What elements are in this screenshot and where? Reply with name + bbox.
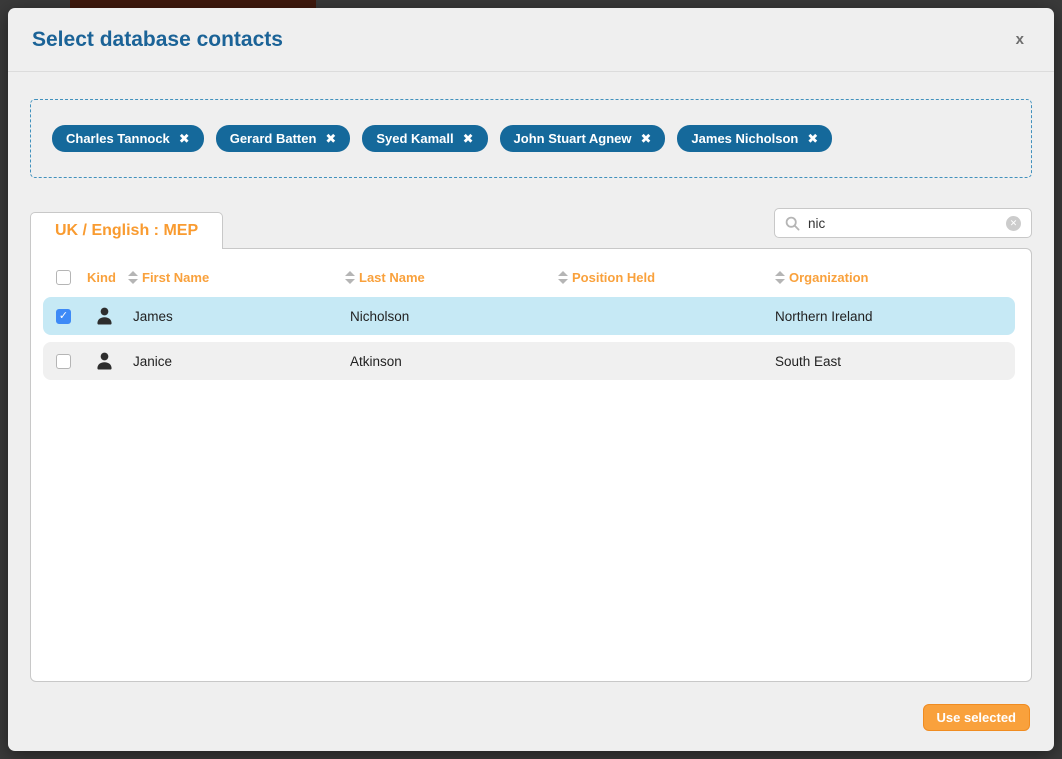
chip-contact[interactable]: James Nicholson ✖ [677,125,832,152]
contacts-table-panel: Kind First Name Last Name Position Held … [30,248,1032,682]
table-header-row: Kind First Name Last Name Position Held … [43,249,1015,297]
search-input[interactable] [808,216,998,231]
column-header-kind: Kind [87,270,128,285]
person-icon [94,306,115,327]
search-icon [785,216,800,231]
kind-cell [87,351,128,372]
use-selected-button[interactable]: Use selected [923,704,1031,731]
remove-icon[interactable]: ✖ [179,132,190,145]
tab-uk-english-mep[interactable]: UK / English : MEP [30,212,223,249]
remove-icon[interactable]: ✖ [325,132,336,145]
background-page-strip [70,0,316,8]
dialog-header: Select database contacts x [8,8,1054,72]
chip-contact[interactable]: Charles Tannock ✖ [52,125,204,152]
chip-contact[interactable]: Syed Kamall ✖ [362,125,487,152]
chip-label: James Nicholson [691,131,798,146]
chip-contact[interactable]: Gerard Batten ✖ [216,125,351,152]
clear-search-icon[interactable]: ✕ [1006,216,1021,231]
chip-label: Charles Tannock [66,131,170,146]
chip-label: Syed Kamall [376,131,453,146]
column-header-first-name[interactable]: First Name [128,270,345,285]
first-name-cell: James [128,309,345,324]
row-checkbox-cell: ✓ [43,309,87,324]
chip-label: Gerard Batten [230,131,317,146]
organization-cell: Northern Ireland [775,309,1015,324]
sort-icon[interactable] [775,271,785,284]
organization-cell: South East [775,354,1015,369]
dialog-title: Select database contacts [32,28,283,52]
sort-icon[interactable] [345,271,355,284]
column-header-last-name[interactable]: Last Name [345,270,558,285]
tab-bar: UK / English : MEP ✕ [30,208,1032,248]
table-row[interactable]: Janice Atkinson South East [43,342,1015,380]
chip-label: John Stuart Agnew [514,131,632,146]
row-checkbox-cell [43,354,87,369]
select-all-checkbox[interactable] [56,270,71,285]
remove-icon[interactable]: ✖ [807,132,818,145]
row-checkbox[interactable]: ✓ [56,309,71,324]
last-name-cell: Nicholson [345,309,558,324]
column-header-organization[interactable]: Organization [775,270,1015,285]
kind-cell [87,306,128,327]
sort-icon[interactable] [128,271,138,284]
last-name-cell: Atkinson [345,354,558,369]
close-icon[interactable]: x [1010,28,1030,51]
selected-contacts-area: Charles Tannock ✖ Gerard Batten ✖ Syed K… [30,99,1032,178]
dialog-body: Charles Tannock ✖ Gerard Batten ✖ Syed K… [8,72,1054,751]
table-row[interactable]: ✓ James Nicholson Northern Ireland [43,297,1015,335]
tab-label: UK / English : MEP [55,222,198,240]
remove-icon[interactable]: ✖ [641,132,652,145]
sort-icon[interactable] [558,271,568,284]
person-icon [94,351,115,372]
remove-icon[interactable]: ✖ [463,132,474,145]
search-box: ✕ [774,208,1032,238]
chip-contact[interactable]: John Stuart Agnew ✖ [500,125,666,152]
first-name-cell: Janice [128,354,345,369]
select-contacts-dialog: Select database contacts x Charles Tanno… [8,8,1054,751]
column-header-position-held[interactable]: Position Held [558,270,775,285]
header-checkbox-cell [43,270,87,285]
row-checkbox[interactable] [56,354,71,369]
